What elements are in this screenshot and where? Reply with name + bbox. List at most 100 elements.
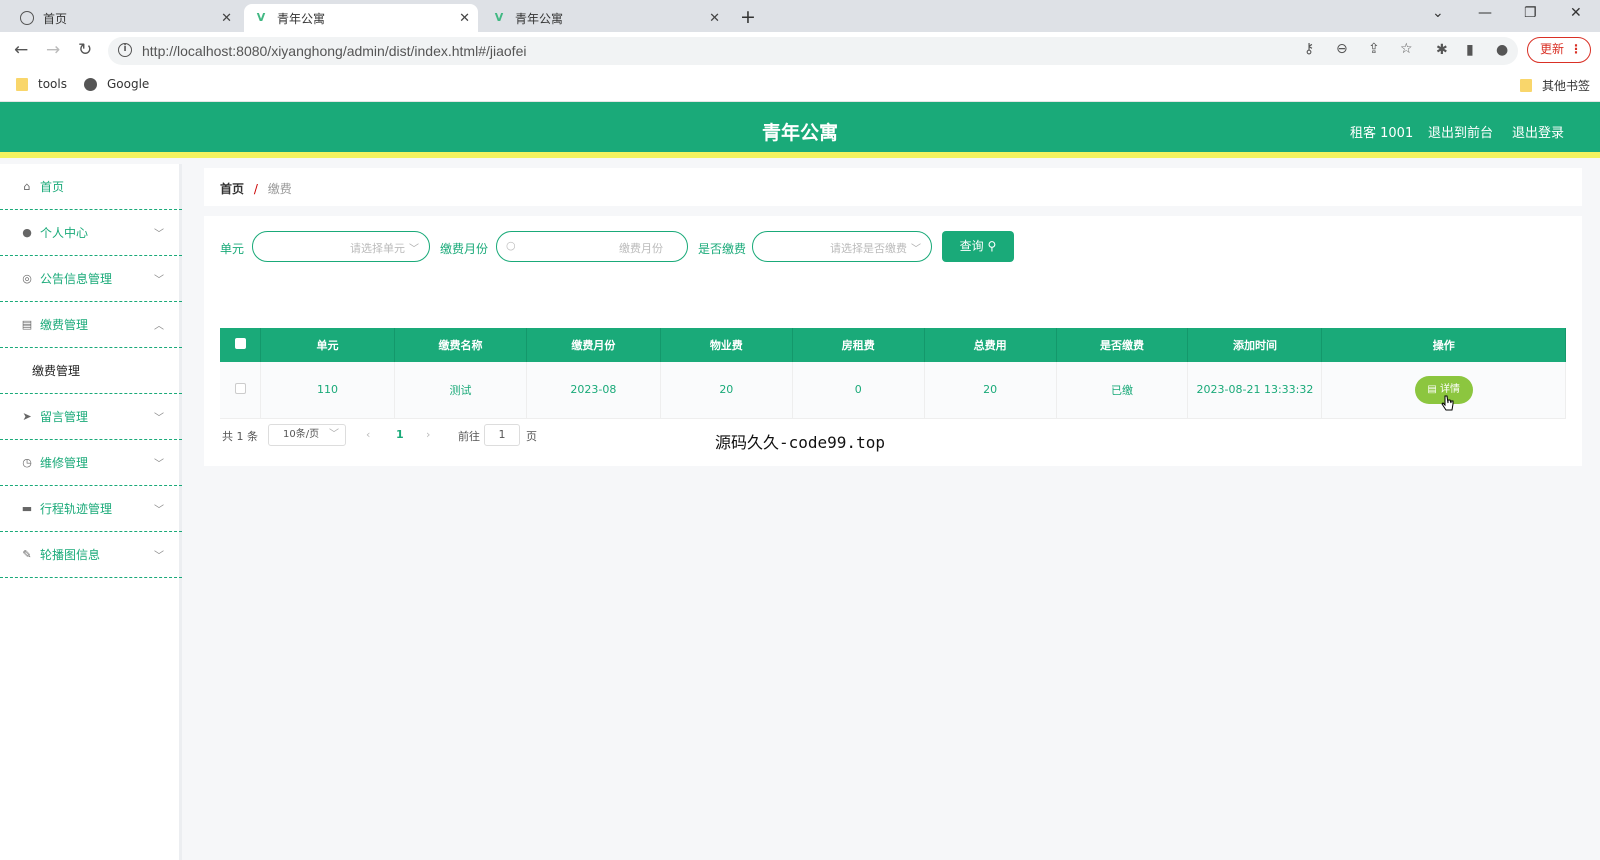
column-header: 物业费 bbox=[660, 328, 793, 362]
tab-search-icon[interactable]: ⌄ bbox=[1432, 5, 1444, 21]
sidebar-item-notice[interactable]: ◎ 公告信息管理 ﹀ bbox=[0, 256, 182, 302]
cell-paid: 已缴 bbox=[1056, 362, 1189, 419]
watermark-caption: 源码久久-code99.top bbox=[715, 433, 885, 452]
bookmark-tools[interactable]: tools bbox=[16, 77, 67, 91]
close-icon[interactable]: ✕ bbox=[459, 11, 470, 26]
chevron-down-icon: ﹀ bbox=[329, 429, 339, 440]
paid-select[interactable]: 请选择是否缴费 ﹀ bbox=[752, 231, 932, 262]
chevron-down-icon: ﹀ bbox=[154, 413, 164, 424]
query-label: 查询 bbox=[959, 239, 984, 253]
row-select-cell[interactable] bbox=[220, 362, 262, 419]
unit-select[interactable]: 请选择单元 ﹀ bbox=[252, 231, 430, 262]
chevron-down-icon: ﹀ bbox=[154, 275, 164, 286]
sidebar-item-label: 首页 bbox=[40, 180, 65, 194]
browser-tab-bar: 首页 ✕ V 青年公寓 ✕ V 青年公寓 ✕ + ⌄ — ❐ ✕ bbox=[0, 0, 1600, 32]
update-button[interactable]: 更新 ⋮ bbox=[1527, 37, 1591, 63]
breadcrumb-separator: / bbox=[253, 182, 258, 196]
month-picker[interactable]: ○ 缴费月份 bbox=[496, 231, 688, 262]
new-tab-icon[interactable]: + bbox=[740, 6, 756, 28]
bookmark-google[interactable]: Google bbox=[84, 77, 149, 91]
logout-link[interactable]: 退出登录 bbox=[1512, 122, 1564, 141]
cell-rent: 0 bbox=[792, 362, 925, 419]
unit-label: 单元 bbox=[220, 242, 245, 256]
address-bar: ← → ↻ i http://localhost:8080/xiyanghong… bbox=[0, 32, 1600, 70]
sidebar-item-label: 缴费管理 bbox=[40, 318, 89, 332]
bookmark-other[interactable]: 其他书签 bbox=[1520, 77, 1590, 94]
zoom-icon[interactable]: ⊖ bbox=[1336, 41, 1348, 57]
bookmark-label: tools bbox=[38, 77, 67, 91]
sidebar-item-home[interactable]: ⌂ 首页 bbox=[0, 164, 182, 210]
column-header: 缴费月份 bbox=[526, 328, 661, 362]
vue-logo-icon: V bbox=[256, 11, 266, 24]
sidebar-item-carousel[interactable]: ✎ 轮播图信息 ﹀ bbox=[0, 532, 182, 578]
window-close-icon[interactable]: ✕ bbox=[1570, 5, 1582, 21]
url-text[interactable]: http://localhost:8080/xiyanghong/admin/d… bbox=[142, 43, 526, 59]
bookmark-label: Google bbox=[107, 77, 150, 91]
browser-tab-third[interactable]: V 青年公寓 ✕ bbox=[482, 4, 728, 32]
key-icon[interactable]: ⚷ bbox=[1304, 41, 1314, 57]
select-all-checkbox[interactable] bbox=[234, 338, 246, 349]
sidebar-item-messages[interactable]: ➤ 留言管理 ﹀ bbox=[0, 394, 182, 440]
pagination: 共 1 条 10条/页 ﹀ ‹ 1 › 前往 1 页 bbox=[222, 424, 622, 446]
sidebar-item-label: 轮播图信息 bbox=[40, 548, 101, 562]
select-all-cell[interactable] bbox=[220, 328, 262, 362]
info-icon[interactable]: i bbox=[118, 43, 132, 57]
chevron-down-icon: ﹀ bbox=[154, 459, 164, 470]
sidebar-item-label: 公告信息管理 bbox=[40, 272, 113, 286]
sidebar-subitem-payment[interactable]: 缴费管理 bbox=[0, 348, 182, 394]
notice-icon: ◎ bbox=[22, 272, 32, 285]
breadcrumb-home[interactable]: 首页 bbox=[220, 182, 244, 196]
cell-month: 2023-08 bbox=[526, 362, 661, 419]
month-placeholder: 缴费月份 bbox=[619, 242, 663, 255]
browser-tab-active[interactable]: V 青年公寓 ✕ bbox=[244, 4, 478, 32]
app-header: 青年公寓 租客 1001 退出到前台 退出登录 bbox=[0, 102, 1600, 158]
url-field[interactable]: i http://localhost:8080/xiyanghong/admin… bbox=[108, 37, 1518, 65]
tab-title: 首页 bbox=[43, 11, 68, 26]
chevron-up-icon: ︿ bbox=[154, 321, 164, 332]
page-size-select[interactable]: 10条/页 ﹀ bbox=[268, 424, 346, 446]
sidebar-item-track[interactable]: ▬ 行程轨迹管理 ﹀ bbox=[0, 486, 182, 532]
next-page-button[interactable]: › bbox=[426, 428, 430, 441]
tab-title: 青年公寓 bbox=[277, 11, 326, 26]
minimize-icon[interactable]: — bbox=[1478, 5, 1492, 21]
sidebar-item-personal-center[interactable]: ● 个人中心 ﹀ bbox=[0, 210, 182, 256]
page-number-current[interactable]: 1 bbox=[396, 428, 404, 441]
search-icon: ⚲ bbox=[987, 239, 997, 253]
forward-icon[interactable]: → bbox=[46, 40, 60, 60]
sidepanel-icon[interactable]: ▮ bbox=[1466, 42, 1474, 58]
sidebar-item-label: 行程轨迹管理 bbox=[40, 502, 113, 516]
track-icon: ▬ bbox=[21, 502, 33, 515]
share-icon[interactable]: ⇪ bbox=[1368, 41, 1380, 57]
page-unit-label: 页 bbox=[526, 430, 537, 443]
close-icon[interactable]: ✕ bbox=[221, 11, 232, 26]
user-name: 租客 1001 bbox=[1350, 126, 1414, 141]
unit-placeholder: 请选择单元 bbox=[350, 242, 405, 255]
close-icon[interactable]: ✕ bbox=[709, 11, 720, 26]
chevron-down-icon: ﹀ bbox=[911, 244, 921, 255]
sidebar-item-repair[interactable]: ◷ 维修管理 ﹀ bbox=[0, 440, 182, 486]
extensions-icon[interactable]: ✱ bbox=[1436, 42, 1448, 58]
search-icon: ○ bbox=[506, 239, 516, 252]
row-checkbox[interactable] bbox=[234, 382, 246, 394]
back-icon[interactable]: ← bbox=[14, 40, 28, 60]
sidebar-subitem-label: 缴费管理 bbox=[32, 364, 81, 378]
goto-page-input[interactable]: 1 bbox=[484, 424, 520, 446]
browser-tab-home[interactable]: 首页 ✕ bbox=[10, 4, 240, 32]
query-button[interactable]: 查询 ⚲ bbox=[942, 231, 1014, 262]
sidebar-item-payment[interactable]: ▤ 缴费管理 ︿ bbox=[0, 302, 182, 348]
tab-title: 青年公寓 bbox=[515, 11, 564, 26]
profile-icon[interactable]: ● bbox=[1496, 42, 1508, 58]
reload-icon[interactable]: ↻ bbox=[78, 40, 92, 60]
repair-icon: ◷ bbox=[22, 456, 32, 469]
goto-label: 前往 bbox=[458, 430, 480, 443]
restore-icon[interactable]: ❐ bbox=[1524, 5, 1537, 21]
star-icon[interactable]: ☆ bbox=[1400, 41, 1413, 57]
column-header: 添加时间 bbox=[1187, 328, 1323, 362]
column-header: 是否缴费 bbox=[1056, 328, 1189, 362]
back-to-front-link[interactable]: 退出到前台 bbox=[1428, 122, 1493, 141]
table-header-row: 单元 缴费名称 缴费月份 物业费 房租费 总费用 是否缴费 添加时间 操作 bbox=[220, 328, 1566, 362]
globe-icon bbox=[84, 77, 97, 91]
bookmark-label: 其他书签 bbox=[1542, 79, 1591, 93]
prev-page-button[interactable]: ‹ bbox=[366, 428, 370, 441]
carousel-icon: ✎ bbox=[22, 548, 32, 561]
